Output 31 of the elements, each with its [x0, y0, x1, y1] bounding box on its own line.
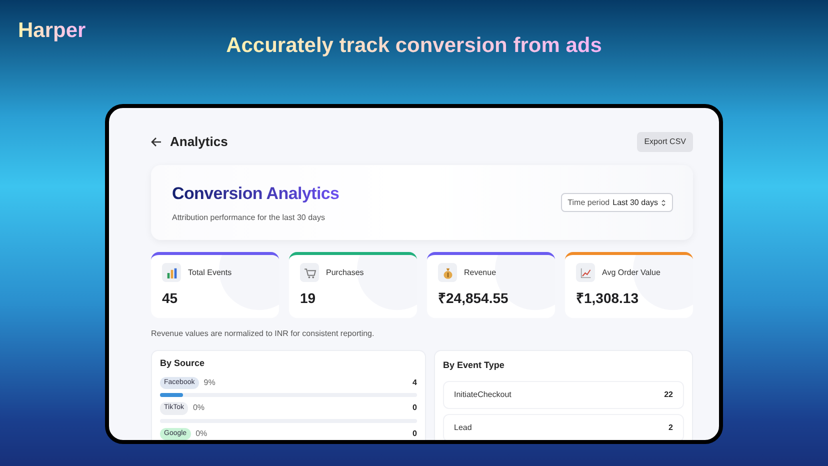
- back-arrow-icon[interactable]: [151, 137, 162, 147]
- note-text: Revenue values are normalized to INR for consistent reporting.: [151, 328, 376, 340]
- event-name: Lead: [454, 422, 472, 434]
- stat-label: Revenue: [464, 266, 496, 278]
- money-bag-icon: [438, 263, 457, 282]
- event-count: 2: [668, 422, 673, 434]
- stat-value: ₹24,854.55: [438, 289, 510, 308]
- stat-value: 45: [162, 289, 179, 308]
- bar-chart-icon: [162, 263, 181, 282]
- card-subtitle: Attribution performance for the last 30 days: [172, 212, 326, 224]
- count-text: 0: [412, 428, 417, 440]
- stat-value: ₹1,308.13: [576, 289, 640, 308]
- count-text: 4: [412, 376, 417, 389]
- event-name: InitiateCheckout: [454, 388, 512, 400]
- chevron-icon: [661, 198, 666, 206]
- page-title: Analytics: [170, 133, 228, 152]
- stat-label: Purchases: [326, 266, 364, 278]
- time-period-select[interactable]: Time period Last 30 days: [560, 193, 673, 212]
- panel-title: By Source: [160, 357, 206, 370]
- cart-icon: [300, 263, 319, 282]
- line-chart-icon: [576, 263, 595, 282]
- stat-label: Total Events: [188, 266, 232, 278]
- count-text: 0: [412, 402, 417, 414]
- stat-label: Avg Order Value: [602, 266, 660, 278]
- share-text: 0%: [192, 402, 205, 414]
- share-text: 9%: [204, 376, 216, 389]
- event-count: 22: [664, 388, 673, 400]
- panel-title: By Event Type: [443, 359, 506, 372]
- export-button[interactable]: Export CSV: [637, 132, 693, 152]
- stat-value: 19: [300, 289, 317, 308]
- share-text: 0%: [196, 428, 208, 440]
